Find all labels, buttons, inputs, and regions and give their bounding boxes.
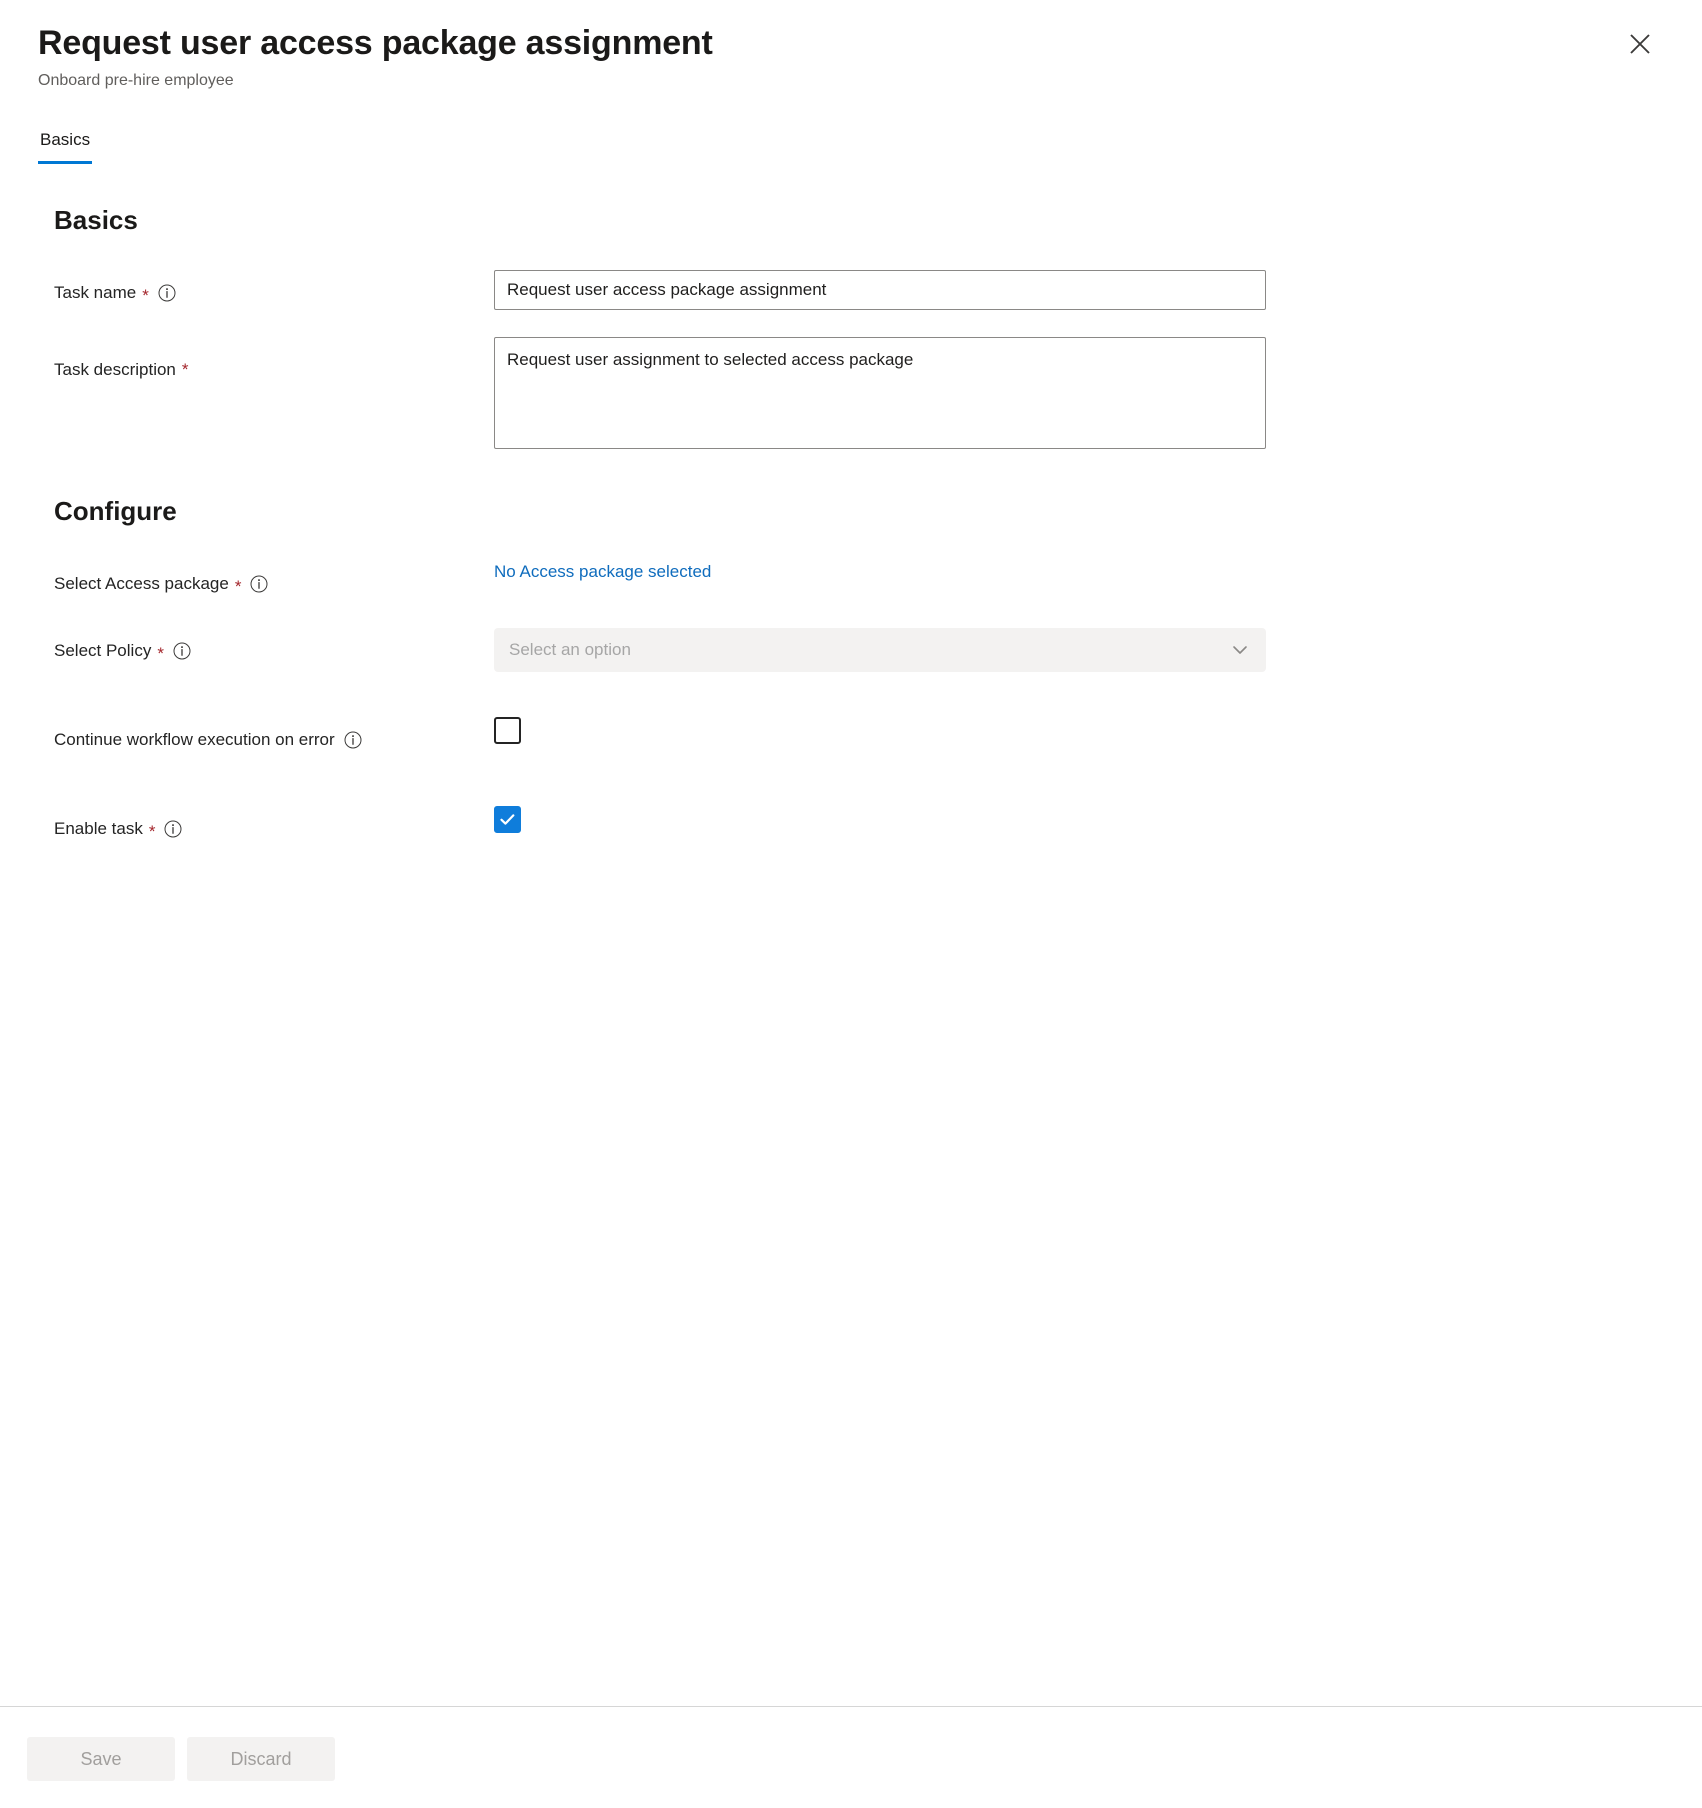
field-row-select-access-package: Select Access package * No Access packag…: [54, 561, 1662, 606]
task-description-label-cell: Task description *: [54, 337, 494, 403]
task-description-textarea[interactable]: [494, 337, 1266, 449]
task-name-label: Task name: [54, 282, 136, 304]
field-row-task-description: Task description *: [54, 337, 1662, 449]
info-icon[interactable]: [250, 575, 268, 593]
close-button[interactable]: [1620, 24, 1660, 64]
task-name-required-asterisk: *: [142, 287, 149, 304]
task-description-label: Task description: [54, 359, 176, 381]
close-icon: [1627, 31, 1653, 57]
select-access-package-label: Select Access package: [54, 573, 229, 595]
enable-task-checkbox[interactable]: [494, 806, 521, 833]
info-icon[interactable]: [344, 731, 362, 749]
select-policy-label-cell: Select Policy *: [54, 628, 494, 673]
tabstrip: Basics: [0, 130, 1702, 164]
enable-task-label: Enable task: [54, 818, 143, 840]
tab-basics[interactable]: Basics: [38, 130, 92, 164]
task-name-label-cell: Task name *: [54, 270, 494, 315]
form-area: Basics Task name * Task de: [0, 164, 1702, 1706]
enable-task-control-cell: [494, 806, 1662, 833]
select-access-package-control-cell: No Access package selected: [494, 561, 1662, 583]
section-title-configure: Configure: [54, 495, 1662, 527]
field-row-enable-task: Enable task *: [54, 806, 1662, 851]
continue-on-error-label-cell: Continue workflow execution on error: [54, 717, 494, 762]
enable-task-required-asterisk: *: [149, 823, 156, 840]
field-row-continue-on-error: Continue workflow execution on error: [54, 717, 1662, 762]
select-policy-placeholder: Select an option: [509, 640, 631, 660]
select-access-package-link[interactable]: No Access package selected: [494, 561, 711, 583]
page-subtitle: Onboard pre-hire employee: [38, 70, 1662, 92]
continue-on-error-control-cell: [494, 717, 1662, 744]
enable-task-label-cell: Enable task *: [54, 806, 494, 851]
section-title-basics: Basics: [54, 204, 1662, 236]
info-icon[interactable]: [158, 284, 176, 302]
task-name-control-cell: [494, 270, 1662, 310]
info-icon[interactable]: [173, 642, 191, 660]
select-policy-dropdown[interactable]: Select an option: [494, 628, 1266, 672]
panel-header: Request user access package assignment O…: [0, 0, 1702, 92]
chevron-down-icon: [1229, 639, 1251, 661]
select-policy-required-asterisk: *: [157, 645, 164, 662]
info-icon[interactable]: [164, 820, 182, 838]
discard-button[interactable]: Discard: [187, 1737, 335, 1781]
task-description-control-cell: [494, 337, 1662, 449]
continue-on-error-label: Continue workflow execution on error: [54, 729, 335, 751]
field-row-task-name: Task name *: [54, 270, 1662, 315]
select-access-package-label-cell: Select Access package *: [54, 561, 494, 606]
task-description-required-asterisk: *: [182, 361, 189, 378]
continue-on-error-checkbox[interactable]: [494, 717, 521, 744]
select-policy-label: Select Policy: [54, 640, 151, 662]
page-title: Request user access package assignment: [38, 22, 1662, 64]
request-access-package-panel: Request user access package assignment O…: [0, 0, 1702, 1808]
check-icon: [498, 810, 517, 829]
save-button[interactable]: Save: [27, 1737, 175, 1781]
panel-footer: Save Discard: [0, 1706, 1702, 1808]
field-row-select-policy: Select Policy * Select an option: [54, 628, 1662, 673]
select-access-package-required-asterisk: *: [235, 578, 242, 595]
tab-basics-label: Basics: [40, 130, 90, 149]
task-name-input[interactable]: [494, 270, 1266, 310]
select-policy-control-cell: Select an option: [494, 628, 1662, 672]
